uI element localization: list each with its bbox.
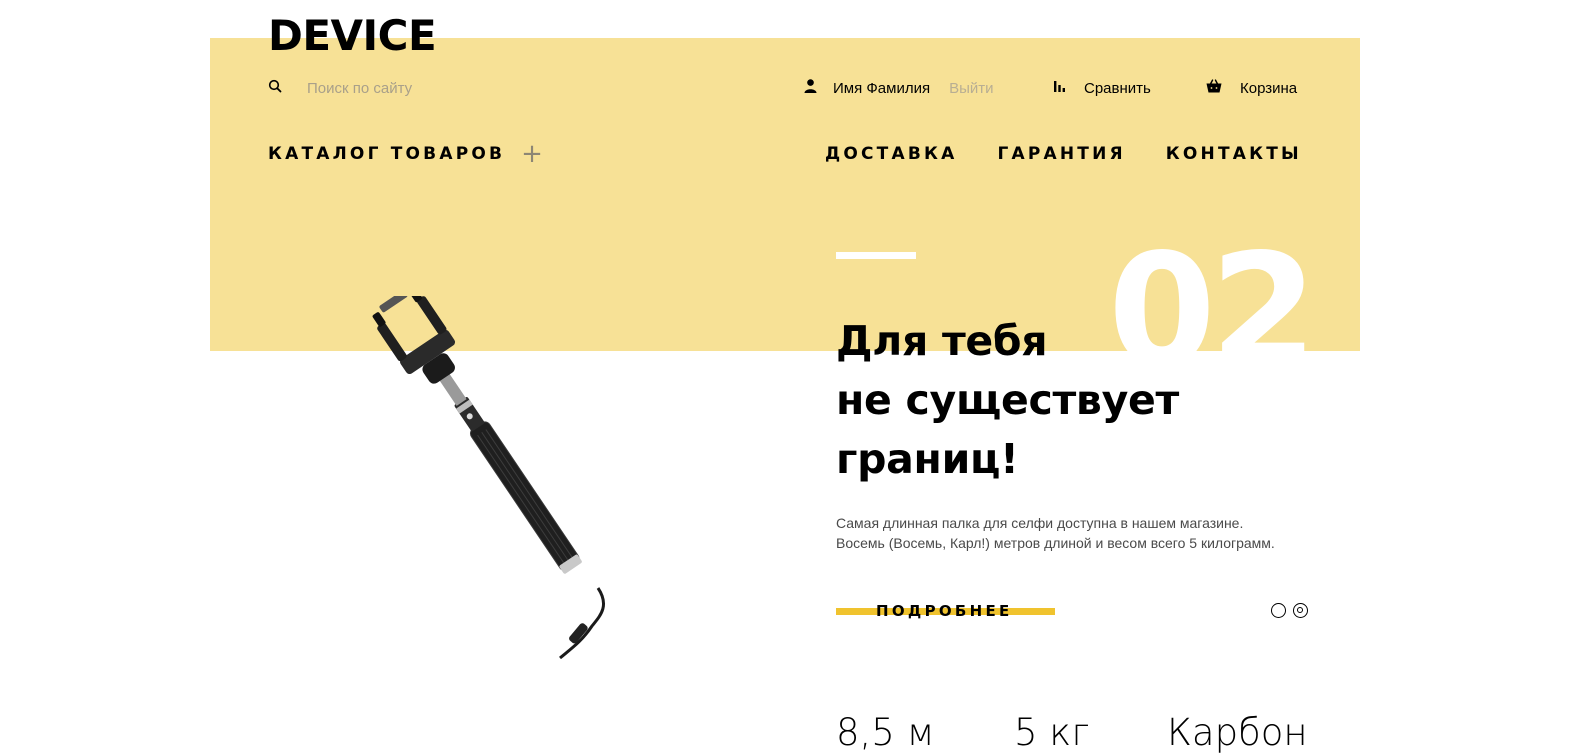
plus-icon[interactable]: + (521, 141, 543, 167)
slider-dot-1[interactable] (1271, 603, 1286, 618)
cart-label: Корзина (1240, 79, 1298, 97)
user-block: Имя Фамилия Выйти (804, 76, 994, 100)
slide-title-line: Для тебя (836, 317, 1048, 365)
compare-label: Сравнить (1084, 79, 1151, 97)
nav-link-warranty[interactable]: ГАРАНТИЯ (997, 143, 1125, 165)
slide-description: Самая длинная палка для селфи доступна в… (836, 513, 1336, 553)
slide-title: Для тебя не существует границ! (836, 312, 1179, 489)
more-button-label: ПОДРОБНЕЕ (876, 602, 1013, 620)
search-icon[interactable] (268, 79, 282, 98)
catalog-label: КАТАЛОГ ТОВАРОВ (268, 144, 506, 164)
slider-dot-2[interactable] (1293, 603, 1308, 618)
logout-link[interactable]: Выйти (949, 80, 993, 97)
site-search (268, 78, 507, 98)
nav-link-delivery[interactable]: ДОСТАВКА (825, 143, 957, 165)
more-button[interactable]: ПОДРОБНЕЕ (836, 600, 1055, 622)
cart-link[interactable]: Корзина (1206, 76, 1297, 100)
slider-pagination (1271, 603, 1315, 618)
compare-link[interactable]: Сравнить (1053, 76, 1151, 100)
slide-description-line: Восемь (Восемь, Карл!) метров длиной и в… (836, 535, 1275, 551)
shopping-bag-icon (1206, 79, 1222, 97)
spec-material: Карбон (1167, 711, 1308, 754)
catalog-menu[interactable]: КАТАЛОГ ТОВАРОВ + (268, 141, 543, 167)
slide-description-line: Самая длинная палка для селфи доступна в… (836, 515, 1244, 531)
user-profile-link[interactable]: Имя Фамилия (833, 80, 930, 97)
title-dash (836, 252, 916, 259)
user-icon (804, 79, 817, 97)
bar-chart-icon (1053, 80, 1066, 97)
spec-weight: 5 кг (1014, 711, 1090, 754)
search-input[interactable] (307, 79, 507, 97)
selfie-stick-image (360, 287, 640, 666)
nav-link-contacts[interactable]: КОНТАКТЫ (1166, 143, 1302, 165)
main-navigation: ДОСТАВКА ГАРАНТИЯ КОНТАКТЫ (825, 143, 1302, 165)
slide-title-line: не существует (836, 376, 1179, 424)
site-logo[interactable]: DEVICE (268, 14, 437, 58)
spec-length: 8,5 м (836, 711, 935, 754)
slide-title-line: границ! (836, 435, 1019, 483)
